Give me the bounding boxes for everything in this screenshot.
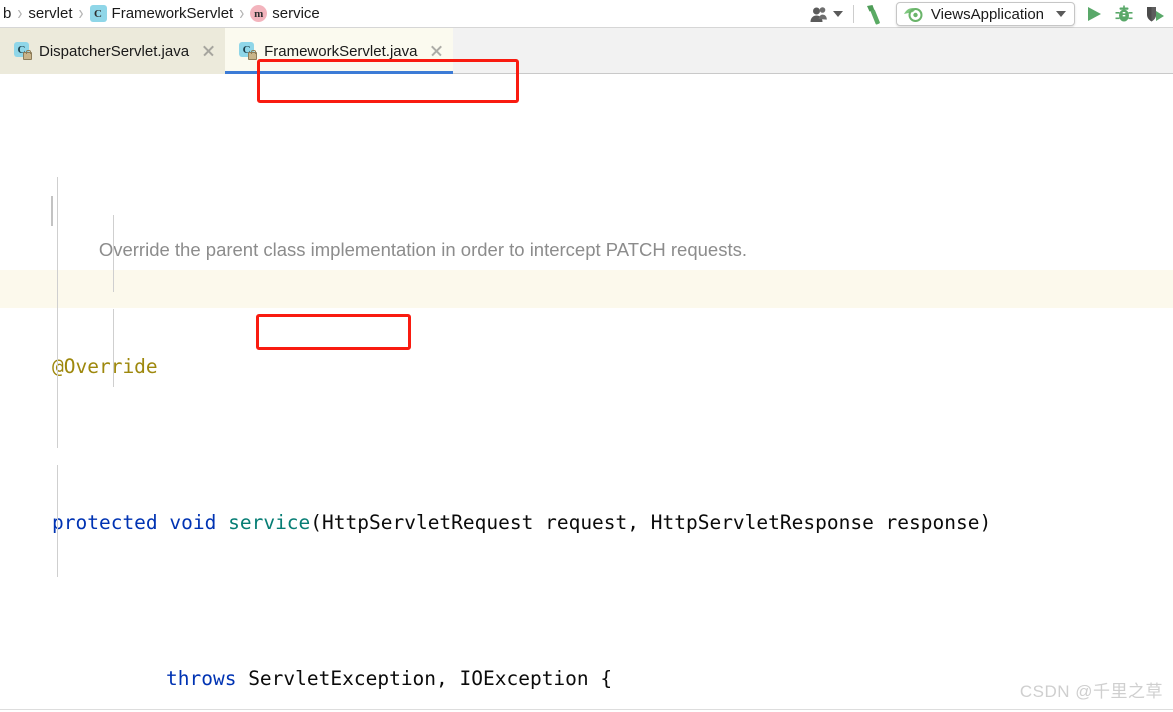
breadcrumb-separator-icon: › bbox=[78, 2, 84, 25]
java-class-locked-icon: C bbox=[239, 42, 258, 60]
javadoc-text: Override the parent class implementation… bbox=[98, 239, 747, 260]
indent-guide bbox=[57, 465, 58, 577]
code-editor[interactable]: Override the parent class implementation… bbox=[0, 74, 1173, 710]
close-icon[interactable] bbox=[201, 44, 215, 58]
javadoc-fold-bar bbox=[51, 196, 53, 226]
java-class-locked-icon: C bbox=[14, 42, 32, 60]
users-icon bbox=[810, 6, 827, 22]
chevron-down-icon bbox=[1056, 11, 1066, 17]
watermark: CSDN @千里之草 bbox=[1019, 682, 1163, 701]
hammer-build-icon bbox=[866, 5, 880, 25]
breadcrumb-label: servlet bbox=[28, 5, 73, 22]
code-content: Override the parent class implementation… bbox=[0, 74, 1173, 710]
breadcrumb-label: service bbox=[272, 5, 320, 22]
throws-keyword: throws bbox=[166, 667, 237, 690]
debug-button[interactable] bbox=[1109, 0, 1139, 28]
breadcrumb-separator-icon: › bbox=[239, 2, 245, 25]
modifier-keywords: protected void bbox=[52, 511, 229, 534]
indent-guide bbox=[113, 215, 114, 292]
editor-tab-frameworkservlet[interactable]: C FrameworkServlet.java bbox=[225, 28, 454, 74]
debug-bug-icon bbox=[1115, 5, 1133, 22]
breadcrumb-item-frameworkservlet[interactable]: C FrameworkServlet bbox=[89, 5, 235, 22]
code-line-throws: throws ServletException, IOException { bbox=[0, 659, 1173, 698]
override-annotation: @Override bbox=[52, 355, 158, 378]
editor-tab-label: FrameworkServlet.java bbox=[264, 42, 418, 60]
toolbar-actions: ViewsApplication bbox=[805, 0, 1171, 28]
toolbar-separator bbox=[852, 5, 854, 23]
spring-boot-icon bbox=[903, 8, 923, 22]
editor-tab-label: DispatcherServlet.java bbox=[39, 42, 190, 60]
class-icon: C bbox=[89, 5, 107, 22]
indent-guide bbox=[57, 177, 58, 448]
top-toolbar: b › servlet › C FrameworkServlet › m ser… bbox=[0, 0, 1173, 28]
run-triangle-icon bbox=[1088, 7, 1101, 21]
breadcrumb-leading-fragment[interactable]: b bbox=[2, 5, 12, 22]
editor-tab-bar: C DispatcherServlet.java C FrameworkServ… bbox=[0, 28, 1173, 103]
javadoc-summary-line[interactable]: Override the parent class implementation… bbox=[0, 191, 1173, 260]
run-configuration-selector[interactable]: ViewsApplication bbox=[895, 2, 1075, 26]
breadcrumb: b › servlet › C FrameworkServlet › m ser… bbox=[0, 0, 321, 28]
code-line-method-signature: protected void service(HttpServletReques… bbox=[0, 503, 1173, 542]
editor-bottom-divider bbox=[0, 709, 1173, 710]
run-configuration-label: ViewsApplication bbox=[930, 5, 1044, 23]
method-icon: m bbox=[250, 5, 268, 22]
throws-exceptions: ServletException, IOException { bbox=[236, 667, 613, 690]
method-parameters: (HttpServletRequest request, HttpServlet… bbox=[310, 511, 992, 534]
indent-guide bbox=[113, 309, 114, 387]
breadcrumb-item-servlet[interactable]: servlet bbox=[27, 5, 73, 22]
code-line-annotation: @Override bbox=[0, 347, 1173, 386]
editor-tab-dispatcherservlet[interactable]: C DispatcherServlet.java bbox=[0, 28, 226, 74]
chevron-down-icon bbox=[832, 11, 843, 17]
run-with-coverage-icon bbox=[1147, 7, 1164, 22]
close-icon[interactable] bbox=[429, 44, 443, 58]
users-button[interactable] bbox=[805, 0, 847, 28]
build-button[interactable] bbox=[860, 0, 892, 28]
run-button[interactable] bbox=[1079, 0, 1109, 28]
breadcrumb-label: FrameworkServlet bbox=[111, 5, 234, 22]
method-name: service bbox=[228, 511, 311, 534]
breadcrumb-separator-icon: › bbox=[17, 2, 23, 25]
run-with-coverage-button[interactable] bbox=[1139, 0, 1171, 28]
breadcrumb-item-service[interactable]: m service bbox=[249, 5, 321, 22]
